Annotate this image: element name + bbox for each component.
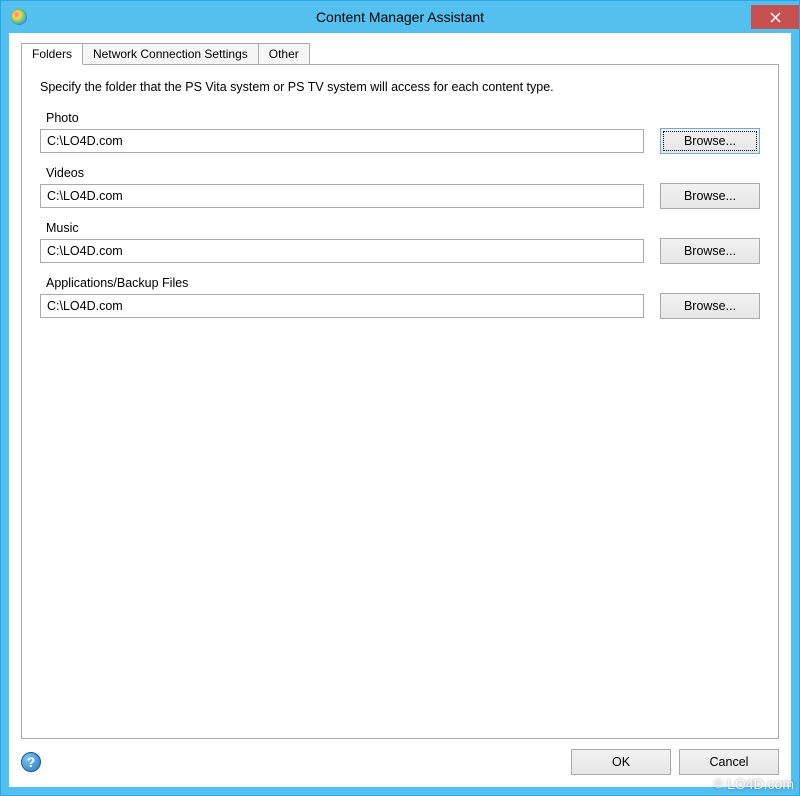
cancel-button[interactable]: Cancel: [679, 749, 779, 775]
tab-folders[interactable]: Folders: [21, 43, 83, 65]
bottom-bar: ? OK Cancel: [21, 739, 779, 775]
backup-browse-button[interactable]: Browse...: [660, 293, 760, 319]
music-browse-button[interactable]: Browse...: [660, 238, 760, 264]
videos-path-input[interactable]: [40, 184, 644, 208]
tab-other[interactable]: Other: [258, 43, 310, 64]
tab-network[interactable]: Network Connection Settings: [82, 43, 259, 64]
folder-row: Browse...: [40, 183, 760, 209]
folder-group-backup: Applications/Backup Files Browse...: [40, 276, 760, 319]
app-icon: [11, 9, 27, 25]
folder-row: Browse...: [40, 293, 760, 319]
watermark-text: LO4D.com: [727, 776, 794, 792]
folder-group-music: Music Browse...: [40, 221, 760, 264]
photo-browse-button[interactable]: Browse...: [660, 128, 760, 154]
photo-path-input[interactable]: [40, 129, 644, 153]
description-text: Specify the folder that the PS Vita syst…: [40, 79, 760, 97]
folder-group-photo: Photo Browse...: [40, 111, 760, 154]
dialog-buttons: OK Cancel: [571, 749, 779, 775]
close-button[interactable]: [751, 5, 799, 29]
videos-browse-button[interactable]: Browse...: [660, 183, 760, 209]
tab-panel-folders: Specify the folder that the PS Vita syst…: [21, 64, 779, 739]
content-area: Folders Network Connection Settings Othe…: [1, 33, 799, 795]
tab-strip: Folders Network Connection Settings Othe…: [21, 43, 779, 64]
close-icon: [770, 12, 781, 23]
titlebar[interactable]: Content Manager Assistant: [1, 1, 799, 33]
ok-button[interactable]: OK: [571, 749, 671, 775]
music-path-input[interactable]: [40, 239, 644, 263]
folder-group-videos: Videos Browse...: [40, 166, 760, 209]
backup-label: Applications/Backup Files: [46, 276, 760, 290]
copyright-symbol: ©: [714, 777, 723, 791]
backup-path-input[interactable]: [40, 294, 644, 318]
folder-row: Browse...: [40, 128, 760, 154]
folder-row: Browse...: [40, 238, 760, 264]
photo-label: Photo: [46, 111, 760, 125]
window-title: Content Manager Assistant: [1, 9, 799, 25]
app-window: Content Manager Assistant Folders Networ…: [0, 0, 800, 796]
music-label: Music: [46, 221, 760, 235]
videos-label: Videos: [46, 166, 760, 180]
watermark: © LO4D.com: [714, 776, 794, 792]
help-button[interactable]: ?: [21, 752, 41, 772]
